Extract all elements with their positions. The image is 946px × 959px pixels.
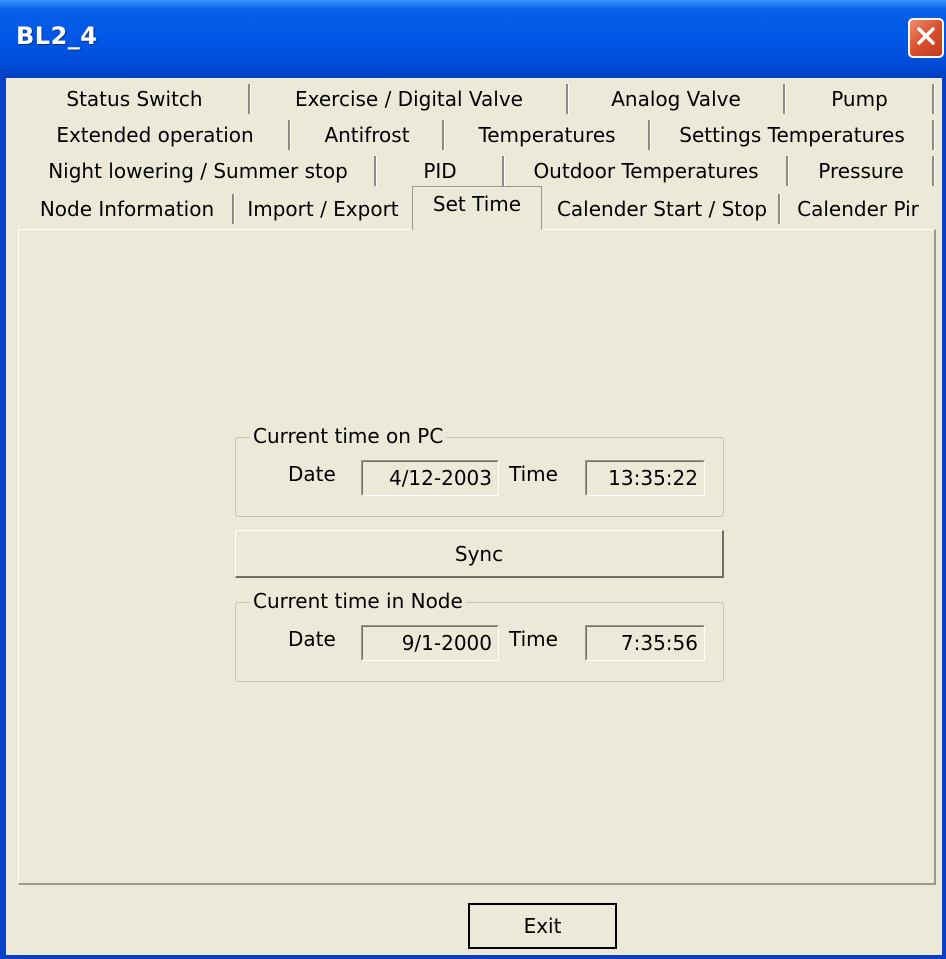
tab-separator — [932, 120, 935, 150]
tab-separator — [932, 84, 935, 114]
window-title: BL2_4 — [16, 22, 98, 50]
tab-separator — [932, 156, 935, 186]
node-time-field: 7:35:56 — [585, 625, 705, 661]
pc-date-field: 4/12-2003 — [361, 460, 499, 496]
node-time-label: Time — [509, 627, 558, 651]
tab-separator — [786, 156, 789, 186]
node-time-legend: Current time in Node — [250, 589, 466, 613]
tab-separator — [288, 120, 291, 150]
tab-separator — [648, 120, 651, 150]
pc-date-label: Date — [288, 462, 336, 486]
tab-separator — [566, 84, 569, 114]
tab-separator — [248, 84, 251, 114]
tab-separator — [778, 194, 781, 224]
node-date-label: Date — [288, 627, 336, 651]
tab-node-information[interactable]: Node Information — [22, 192, 232, 226]
pc-time-group: Current time on PC Date 4/12-2003 Time 1… — [235, 424, 724, 517]
pc-time-field: 13:35:22 — [585, 460, 705, 496]
tab-calender-pir[interactable]: Calender Pir — [782, 192, 934, 226]
tab-pid[interactable]: PID — [378, 154, 502, 188]
tab-antifrost[interactable]: Antifrost — [292, 118, 442, 152]
node-time-group: Current time in Node Date 9/1-2000 Time … — [235, 589, 724, 682]
tab-separator — [783, 84, 786, 114]
tab-status-switch[interactable]: Status Switch — [22, 82, 247, 116]
tab-separator — [442, 120, 445, 150]
pc-time-legend: Current time on PC — [250, 424, 447, 448]
tab-analog-valve[interactable]: Analog Valve — [570, 82, 782, 116]
sync-button[interactable]: Sync — [235, 530, 724, 578]
tab-exercise-digital-valve[interactable]: Exercise / Digital Valve — [252, 82, 566, 116]
tab-separator — [232, 194, 235, 224]
title-bar[interactable]: BL2_4 — [0, 0, 946, 78]
tab-set-time[interactable]: Set Time — [412, 186, 542, 230]
tab-calender-start-stop[interactable]: Calender Start / Stop — [546, 192, 778, 226]
exit-button[interactable]: Exit — [468, 903, 617, 949]
tab-pump[interactable]: Pump — [787, 82, 932, 116]
close-button[interactable] — [908, 18, 944, 58]
tab-night-lowering-summer-stop[interactable]: Night lowering / Summer stop — [22, 154, 374, 188]
tab-extended-operation[interactable]: Extended operation — [22, 118, 288, 152]
tab-temperatures[interactable]: Temperatures — [446, 118, 648, 152]
tab-import-export[interactable]: Import / Export — [236, 192, 410, 226]
node-date-field: 9/1-2000 — [361, 625, 499, 661]
close-icon — [916, 26, 936, 50]
tab-settings-temperatures[interactable]: Settings Temperatures — [652, 118, 932, 152]
pc-time-label: Time — [509, 462, 558, 486]
tab-pressure[interactable]: Pressure — [790, 154, 932, 188]
tab-outdoor-temperatures[interactable]: Outdoor Temperatures — [506, 154, 786, 188]
tab-separator — [502, 156, 505, 186]
tab-separator — [374, 156, 377, 186]
